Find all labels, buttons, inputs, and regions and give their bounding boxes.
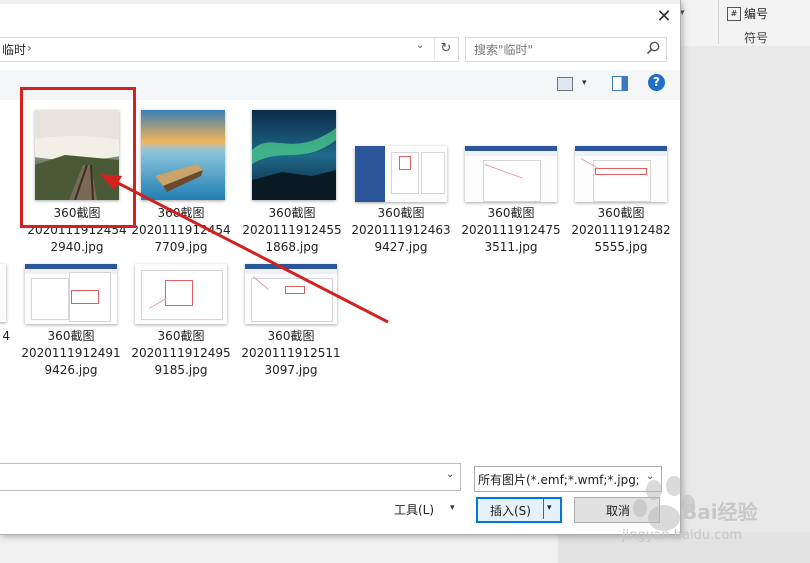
file-thumbnail[interactable] bbox=[135, 264, 227, 324]
file-thumbnail[interactable] bbox=[252, 110, 336, 200]
dialog-title-strip bbox=[0, 0, 680, 4]
thumb-page bbox=[31, 278, 69, 320]
thumb-page bbox=[421, 152, 445, 194]
change-view-icon[interactable] bbox=[557, 77, 573, 91]
insert-dropdown-icon[interactable]: ▾ bbox=[547, 503, 552, 513]
address-bar[interactable] bbox=[0, 37, 459, 62]
file-item[interactable]: 360截图 2020111912482 5555.jpg bbox=[566, 205, 676, 256]
help-icon[interactable]: ? bbox=[648, 74, 665, 91]
file-item[interactable]: 360截图 2020111912495 9185.jpg bbox=[126, 328, 236, 379]
address-dropdown-icon[interactable]: ⌄ bbox=[416, 40, 424, 51]
file-type-value: 所有图片(*.emf;*.wmf;*.jpg;*.jp bbox=[478, 473, 638, 487]
thumb-ribbon bbox=[575, 151, 667, 156]
file-thumbnail[interactable] bbox=[245, 264, 337, 324]
close-button[interactable]: ✕ bbox=[650, 4, 678, 30]
thumb-mark bbox=[595, 168, 647, 175]
numbering-icon: # bbox=[727, 6, 741, 21]
file-thumbnail[interactable] bbox=[0, 264, 6, 322]
file-thumbnail[interactable] bbox=[141, 110, 225, 200]
numbering-label: 编号 bbox=[744, 7, 769, 21]
file-item[interactable]: 360截图 2020111912455 1868.jpg bbox=[237, 205, 347, 256]
search-icon[interactable] bbox=[645, 40, 661, 56]
insert-button-label: 插入(S) bbox=[490, 504, 531, 518]
address-chevron-icon[interactable]: › bbox=[27, 41, 32, 55]
aurora-image bbox=[252, 110, 336, 200]
numbering-button[interactable]: # 编号 bbox=[727, 5, 768, 22]
boat-lake-image bbox=[141, 110, 225, 200]
preview-pane-icon[interactable] bbox=[612, 76, 628, 91]
watermark-url: jingyan.baidu.com bbox=[622, 528, 742, 543]
file-name-dropdown-icon[interactable]: ⌄ bbox=[446, 469, 454, 480]
file-item[interactable]: 360截图 2020111912511 3097.jpg bbox=[236, 328, 346, 379]
thumb-mark bbox=[399, 156, 411, 170]
file-thumbnail[interactable] bbox=[25, 264, 117, 324]
symbols-group-label: 符号 bbox=[744, 31, 769, 45]
tools-button[interactable]: 工具(L) bbox=[394, 501, 434, 518]
thumb-mark bbox=[165, 280, 193, 306]
highlight-box bbox=[20, 87, 136, 228]
ribbon-separator bbox=[718, 0, 719, 44]
view-dropdown-icon[interactable]: ▾ bbox=[582, 78, 587, 88]
search-placeholder: 搜索"临时" bbox=[474, 43, 534, 57]
watermark-brand: Bai经验 bbox=[682, 500, 758, 524]
file-thumbnail[interactable] bbox=[355, 146, 447, 202]
tools-dropdown-icon[interactable]: ▾ bbox=[450, 503, 455, 513]
document-page-bottom bbox=[0, 532, 558, 563]
file-thumbnail[interactable] bbox=[575, 146, 667, 202]
file-item[interactable]: 360截图 2020111912454 7709.jpg bbox=[126, 205, 236, 256]
thumb-page bbox=[593, 160, 651, 202]
thumb-mark bbox=[71, 290, 99, 304]
address-current-folder[interactable]: 临时 bbox=[2, 41, 26, 58]
thumb-mark bbox=[285, 286, 305, 294]
thumb-ribbon bbox=[245, 269, 337, 274]
file-item[interactable]: 360截图 2020111912491 9426.jpg bbox=[16, 328, 126, 379]
insert-split-divider bbox=[543, 499, 544, 519]
refresh-icon[interactable]: ↻ bbox=[434, 37, 457, 60]
file-thumbnail[interactable] bbox=[465, 146, 557, 202]
file-item[interactable]: 360截图 2020111912463 9427.jpg bbox=[346, 205, 456, 256]
file-name-input[interactable] bbox=[0, 463, 461, 491]
thumb-sidebar bbox=[355, 146, 385, 202]
file-item[interactable]: 4 bbox=[0, 328, 10, 345]
thumb-ribbon bbox=[465, 151, 557, 156]
file-item[interactable]: 360截图 2020111912475 3511.jpg bbox=[456, 205, 566, 256]
